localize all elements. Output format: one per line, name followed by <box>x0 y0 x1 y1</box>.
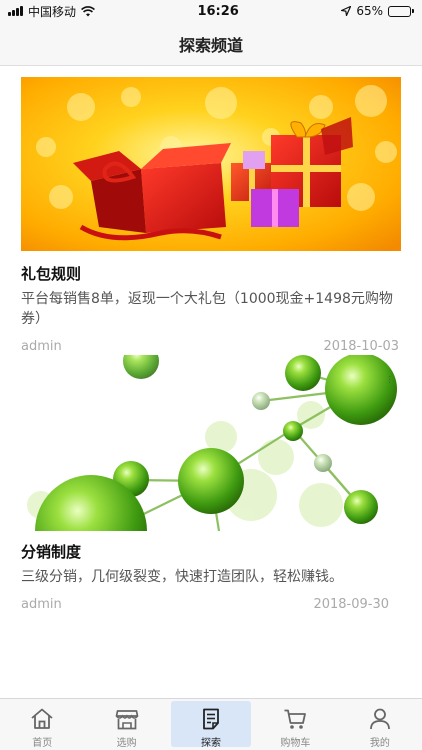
tab-label: 购物车 <box>280 738 311 749</box>
status-right: 65% <box>341 4 414 18</box>
page-title: 探索频道 <box>178 35 243 55</box>
article-card[interactable]: 礼包规则 平台每销售8单，返现一个大礼包（1000现金+1498元购物券） ad… <box>0 67 422 357</box>
explore-icon <box>203 708 219 730</box>
cart-icon <box>284 709 307 729</box>
molecule-network-image: ... <box>21 355 401 531</box>
gift-banner-image <box>21 77 401 251</box>
carrier-name: 中国移动 <box>28 4 77 19</box>
tab-label: 探索 <box>201 738 222 749</box>
article-list[interactable]: 礼包规则 平台每销售8单，返现一个大礼包（1000现金+1498元购物券） ad… <box>0 67 422 698</box>
article-thumbnail-gift[interactable] <box>21 77 401 251</box>
article-date: 2018-09-30 <box>313 596 389 612</box>
status-bar: 中国移动 16:26 65% <box>0 0 422 22</box>
signal-icon <box>8 6 23 16</box>
article-meta: admin 2018-09-30 <box>21 593 401 615</box>
tab-home[interactable]: 首页 <box>0 699 84 750</box>
svg-text:...: ... <box>386 375 396 384</box>
status-left: 中国移动 <box>8 3 95 20</box>
tab-label: 首页 <box>32 738 53 749</box>
wifi-icon <box>81 5 95 16</box>
article-title[interactable]: 分销制度 <box>21 541 401 563</box>
tab-profile[interactable]: 我的 <box>338 699 422 750</box>
tab-label: 我的 <box>369 738 390 749</box>
article-summary: 三级分销，几何级裂变，快速打造团队，轻松赚钱。 <box>21 569 343 585</box>
article-card[interactable]: ... 分销制度 三级分销，几何级裂变，快速打造团队，轻松赚钱。 admin 2… <box>0 355 422 615</box>
article-summary: 平台每销售8单，返现一个大礼包（1000现金+1498元购物券） <box>21 291 393 327</box>
status-time: 16:26 <box>197 3 239 19</box>
location-arrow-icon <box>341 6 352 16</box>
article-thumbnail-network[interactable]: ... <box>21 355 401 531</box>
home-icon <box>31 708 53 729</box>
article-author: admin <box>21 338 62 354</box>
tab-cart[interactable]: 购物车 <box>253 699 337 750</box>
article-author: admin <box>21 596 62 612</box>
battery-percent: 65% <box>356 4 383 18</box>
article-meta: admin 2018-10-03 <box>21 335 401 357</box>
tab-explore[interactable]: 探索 <box>169 699 253 750</box>
battery-icon <box>387 5 414 17</box>
store-icon <box>115 710 138 730</box>
nav-bar: 探索频道 <box>0 22 422 66</box>
user-icon <box>369 708 390 730</box>
article-date: 2018-10-03 <box>323 338 399 354</box>
tab-label: 选购 <box>116 738 137 749</box>
article-title[interactable]: 礼包规则 <box>21 263 401 285</box>
tab-shop[interactable]: 选购 <box>84 699 168 750</box>
tab-bar: 首页 选购 探索 购物车 我的 <box>0 698 422 750</box>
